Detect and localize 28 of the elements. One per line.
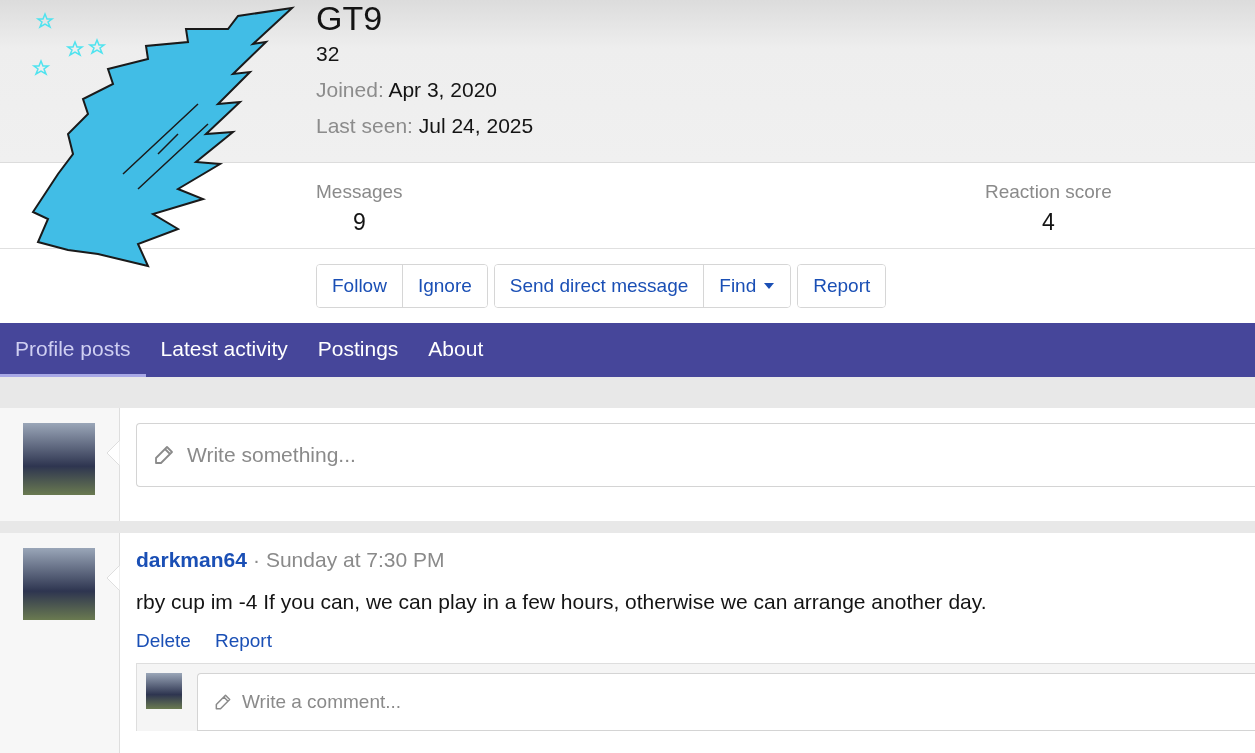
pencil-icon xyxy=(152,443,176,467)
action-button[interactable]: Ignore xyxy=(401,265,487,307)
pencil-icon xyxy=(213,692,233,712)
joined-date: Joined: Apr 3, 2020 xyxy=(316,77,498,103)
user-title: 32 xyxy=(316,41,341,67)
profile-name: GT9 xyxy=(316,0,384,36)
profile-tab[interactable]: Postings xyxy=(302,323,414,377)
stat-label: Reaction score xyxy=(985,181,1112,203)
post-action-link[interactable]: Delete xyxy=(136,630,191,652)
post-action-link[interactable]: Report xyxy=(214,630,272,652)
caret-icon xyxy=(763,282,776,290)
find-dropdown-button[interactable]: Find xyxy=(703,265,791,307)
stat-label: Messages xyxy=(316,181,403,203)
stat-value: 4 xyxy=(1041,209,1055,236)
profile-tab[interactable]: Latest activity xyxy=(145,323,303,377)
avatar-photo-placeholder xyxy=(23,548,95,620)
status-input-field[interactable]: Write something... xyxy=(136,423,1255,487)
post-time: Sunday at 7:30 PM xyxy=(265,548,445,572)
separator-dot: · xyxy=(252,548,260,572)
profile-tab[interactable]: About xyxy=(413,323,499,377)
stat-value: 9 xyxy=(352,209,366,236)
avatar-photo-placeholder xyxy=(146,673,182,709)
last-seen-date: Last seen: Jul 24, 2025 xyxy=(316,113,535,139)
action-button[interactable]: Report xyxy=(798,265,886,307)
post-message: rby cup im -4 If you can, we can play in a few hours, otherwise we can arrange another day. xyxy=(136,590,988,614)
comment-input-field[interactable]: Write a comment... xyxy=(197,673,1255,731)
author-link[interactable]: darkman64 xyxy=(136,548,247,572)
avatar-photo-placeholder xyxy=(23,423,95,495)
